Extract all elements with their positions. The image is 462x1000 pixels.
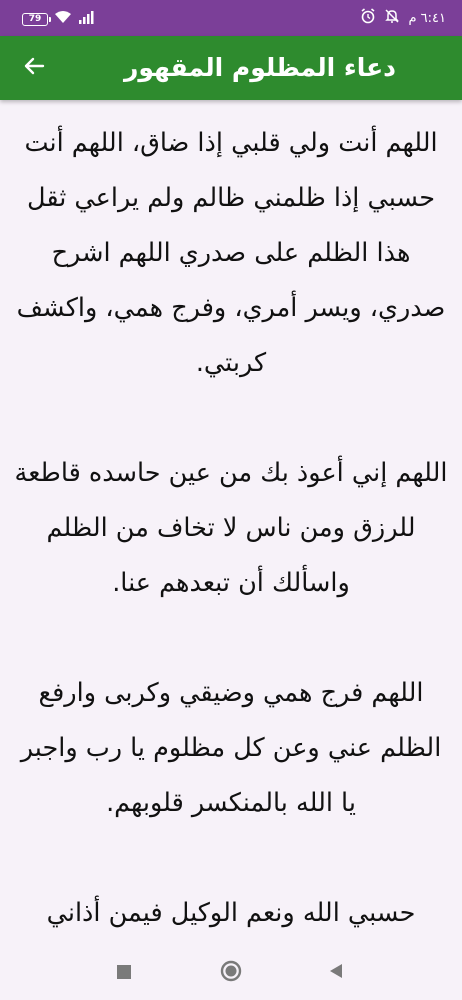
recents-button[interactable]: [108, 957, 140, 989]
circle-icon: [220, 960, 242, 986]
prayer-paragraph-4: حسبي الله ونعم الوكيل فيمن أذاني: [46, 898, 416, 928]
status-right: ٦:٤١ م: [360, 8, 446, 28]
app-bar: دعاء المظلوم المقهور: [0, 36, 462, 100]
triangle-back-icon: [328, 963, 344, 983]
alarm-icon: [360, 8, 376, 28]
system-back-button[interactable]: [320, 957, 352, 989]
prayer-paragraph-1: اللهم أنت ولي قلبي إذا ضاق، اللهم أنت حس…: [16, 128, 446, 378]
battery-level: 79: [28, 13, 42, 24]
system-nav-bar: [0, 945, 462, 1000]
clock-text: ٦:٤١ م: [408, 10, 446, 26]
back-button[interactable]: [14, 48, 54, 88]
square-icon: [117, 964, 131, 983]
page-title: دعاء المظلوم المقهور: [123, 53, 396, 82]
prayer-content[interactable]: اللهم أنت ولي قلبي إذا ضاق، اللهم أنت حس…: [0, 100, 462, 945]
battery-icon: 79: [22, 12, 51, 26]
prayer-paragraph-2: اللهم إني أعوذ بك من عين حاسده قاطعة للر…: [14, 458, 448, 598]
notifications-off-icon: [384, 8, 400, 28]
wifi-icon: [54, 10, 72, 28]
status-bar: 79 ٦:٤١ م: [0, 0, 462, 36]
arrow-back-icon: [23, 55, 45, 81]
status-left-icons: 79: [22, 10, 94, 28]
signal-icon: [78, 10, 94, 28]
prayer-paragraph-3: اللهم فرج همي وضيقي وكربى وارفع الظلم عن…: [20, 678, 442, 818]
home-button[interactable]: [215, 957, 247, 989]
